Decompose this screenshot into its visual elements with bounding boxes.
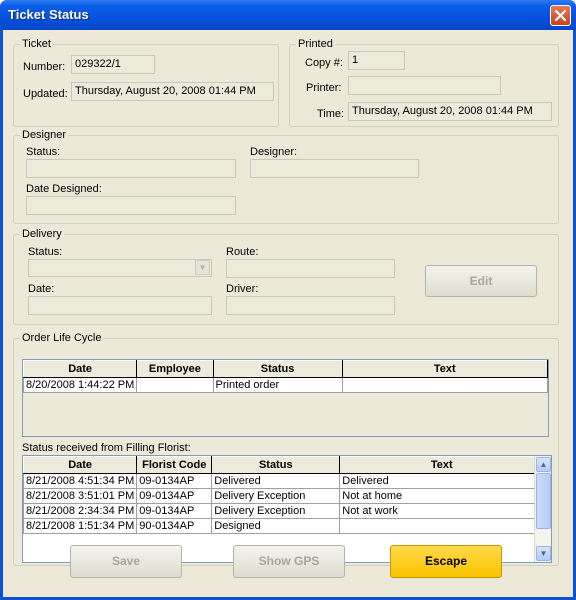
lifecycle-table: Date Employee Status Text 8/20/2008 1:44…: [22, 360, 549, 393]
route-field[interactable]: [226, 259, 395, 278]
copy-label: Copy #:: [305, 57, 343, 69]
title-bar[interactable]: Ticket Status: [0, 0, 576, 30]
cell-text: [341, 377, 549, 393]
scroll-thumb[interactable]: [536, 473, 551, 529]
cell-text: [339, 518, 545, 534]
designer-status-field[interactable]: [26, 159, 236, 178]
cell-employee: [136, 377, 214, 393]
cell-date: 8/21/2008 1:51:34 PM: [22, 518, 138, 534]
updated-field[interactable]: Thursday, August 20, 2008 01:44 PM: [71, 82, 274, 101]
time-field[interactable]: Thursday, August 20, 2008 01:44 PM: [348, 102, 552, 121]
show-gps-button[interactable]: Show GPS: [233, 545, 345, 578]
cell-status: Delivery Exception: [211, 488, 341, 504]
delivery-status-select[interactable]: [28, 259, 212, 277]
printer-field[interactable]: [348, 76, 501, 95]
close-button[interactable]: [550, 5, 571, 26]
filling-scrollbar[interactable]: ▲ ▼: [534, 456, 551, 562]
printer-label: Printer:: [306, 82, 342, 94]
save-button[interactable]: Save: [70, 545, 182, 578]
number-label: Number:: [23, 61, 66, 73]
designer-name-field[interactable]: [250, 159, 419, 178]
number-field[interactable]: 029322/1: [71, 55, 155, 74]
escape-button[interactable]: Escape: [390, 545, 502, 578]
filling-header-row: Date Florist Code Status Text: [22, 456, 545, 474]
cell-date: 8/20/2008 1:44:22 PM: [22, 377, 138, 393]
ticket-legend: Ticket: [20, 38, 53, 50]
filling-florist-table: Date Florist Code Status Text 8/21/2008 …: [22, 456, 545, 534]
driver-label: Driver:: [226, 283, 259, 295]
cell-status: Designed: [211, 518, 341, 534]
column-header[interactable]: Florist Code: [136, 456, 213, 474]
cell-florist-code: 09-0134AP: [136, 503, 213, 519]
window-title: Ticket Status: [8, 7, 89, 22]
delivery-date-label: Date:: [28, 283, 55, 295]
lifecycle-legend: Order Life Cycle: [20, 332, 104, 344]
column-header[interactable]: Date: [22, 360, 138, 378]
column-header[interactable]: Employee: [136, 360, 214, 378]
chevron-down-icon[interactable]: ▼: [195, 260, 210, 275]
date-designed-label: Date Designed:: [26, 183, 102, 195]
designer-legend: Designer: [20, 129, 69, 141]
time-label: Time:: [317, 108, 345, 120]
ticket-group: Ticket Number: 029322/1 Updated: Thursda…: [13, 38, 279, 127]
cell-status: Delivery Exception: [211, 503, 341, 519]
order-lifecycle-group: Order Life Cycle Date Employee Status Te…: [13, 332, 559, 566]
cell-date: 8/21/2008 2:34:34 PM: [22, 503, 138, 519]
cell-florist-code: 09-0134AP: [136, 473, 213, 489]
ticket-status-window: Ticket Status Ticket Number: 029322/1 Up…: [0, 0, 576, 600]
printed-group: Printed Copy #: 1 Printer: Time: Thursda…: [289, 38, 559, 127]
filling-florist-label: Status received from Filling Florist:: [22, 442, 191, 454]
cell-status: Printed order: [212, 377, 343, 393]
designer-name-label: Designer:: [250, 146, 298, 158]
driver-field[interactable]: [226, 296, 395, 315]
table-row[interactable]: 8/21/2008 4:51:34 PM 09-0134AP Delivered…: [22, 473, 545, 489]
table-row[interactable]: 8/21/2008 2:34:34 PM 09-0134AP Delivery …: [22, 503, 545, 519]
date-designed-field[interactable]: [26, 196, 236, 215]
delivery-group: Delivery Status: ▼ Route: Date: Driver: …: [13, 228, 559, 325]
cell-text: Not at home: [339, 488, 545, 504]
delivery-date-field[interactable]: [28, 296, 212, 315]
column-header[interactable]: Text: [339, 456, 545, 474]
arrow-down-icon[interactable]: ▼: [536, 546, 551, 561]
close-icon: [554, 9, 567, 22]
updated-label: Updated:: [23, 88, 68, 100]
table-row[interactable]: 8/20/2008 1:44:22 PM Printed order: [22, 377, 549, 393]
cell-florist-code: 90-0134AP: [136, 518, 213, 534]
arrow-up-icon[interactable]: ▲: [536, 457, 551, 472]
route-label: Route:: [226, 246, 259, 258]
edit-button[interactable]: Edit: [425, 265, 537, 297]
designer-group: Designer Status: Designer: Date Designed…: [13, 129, 559, 224]
column-header[interactable]: Status: [212, 360, 343, 378]
designer-status-label: Status:: [26, 146, 61, 158]
cell-date: 8/21/2008 3:51:01 PM: [22, 488, 138, 504]
column-header[interactable]: Date: [22, 456, 138, 474]
cell-text: Delivered: [339, 473, 545, 489]
table-row[interactable]: 8/21/2008 1:51:34 PM 90-0134AP Designed: [22, 518, 545, 534]
copy-field[interactable]: 1: [348, 51, 405, 70]
column-header[interactable]: Text: [341, 360, 549, 378]
printed-legend: Printed: [296, 38, 335, 50]
lifecycle-grid[interactable]: Date Employee Status Text 8/20/2008 1:44…: [22, 359, 549, 437]
cell-status: Delivered: [211, 473, 341, 489]
delivery-status-label: Status:: [28, 246, 63, 258]
column-header[interactable]: Status: [211, 456, 341, 474]
cell-date: 8/21/2008 4:51:34 PM: [22, 473, 138, 489]
cell-text: Not at work: [339, 503, 545, 519]
delivery-legend: Delivery: [20, 228, 64, 240]
cell-florist-code: 09-0134AP: [136, 488, 213, 504]
table-row[interactable]: 8/21/2008 3:51:01 PM 09-0134AP Delivery …: [22, 488, 545, 504]
dialog-body: Ticket Number: 029322/1 Updated: Thursda…: [3, 30, 573, 597]
lifecycle-header-row: Date Employee Status Text: [22, 360, 549, 378]
